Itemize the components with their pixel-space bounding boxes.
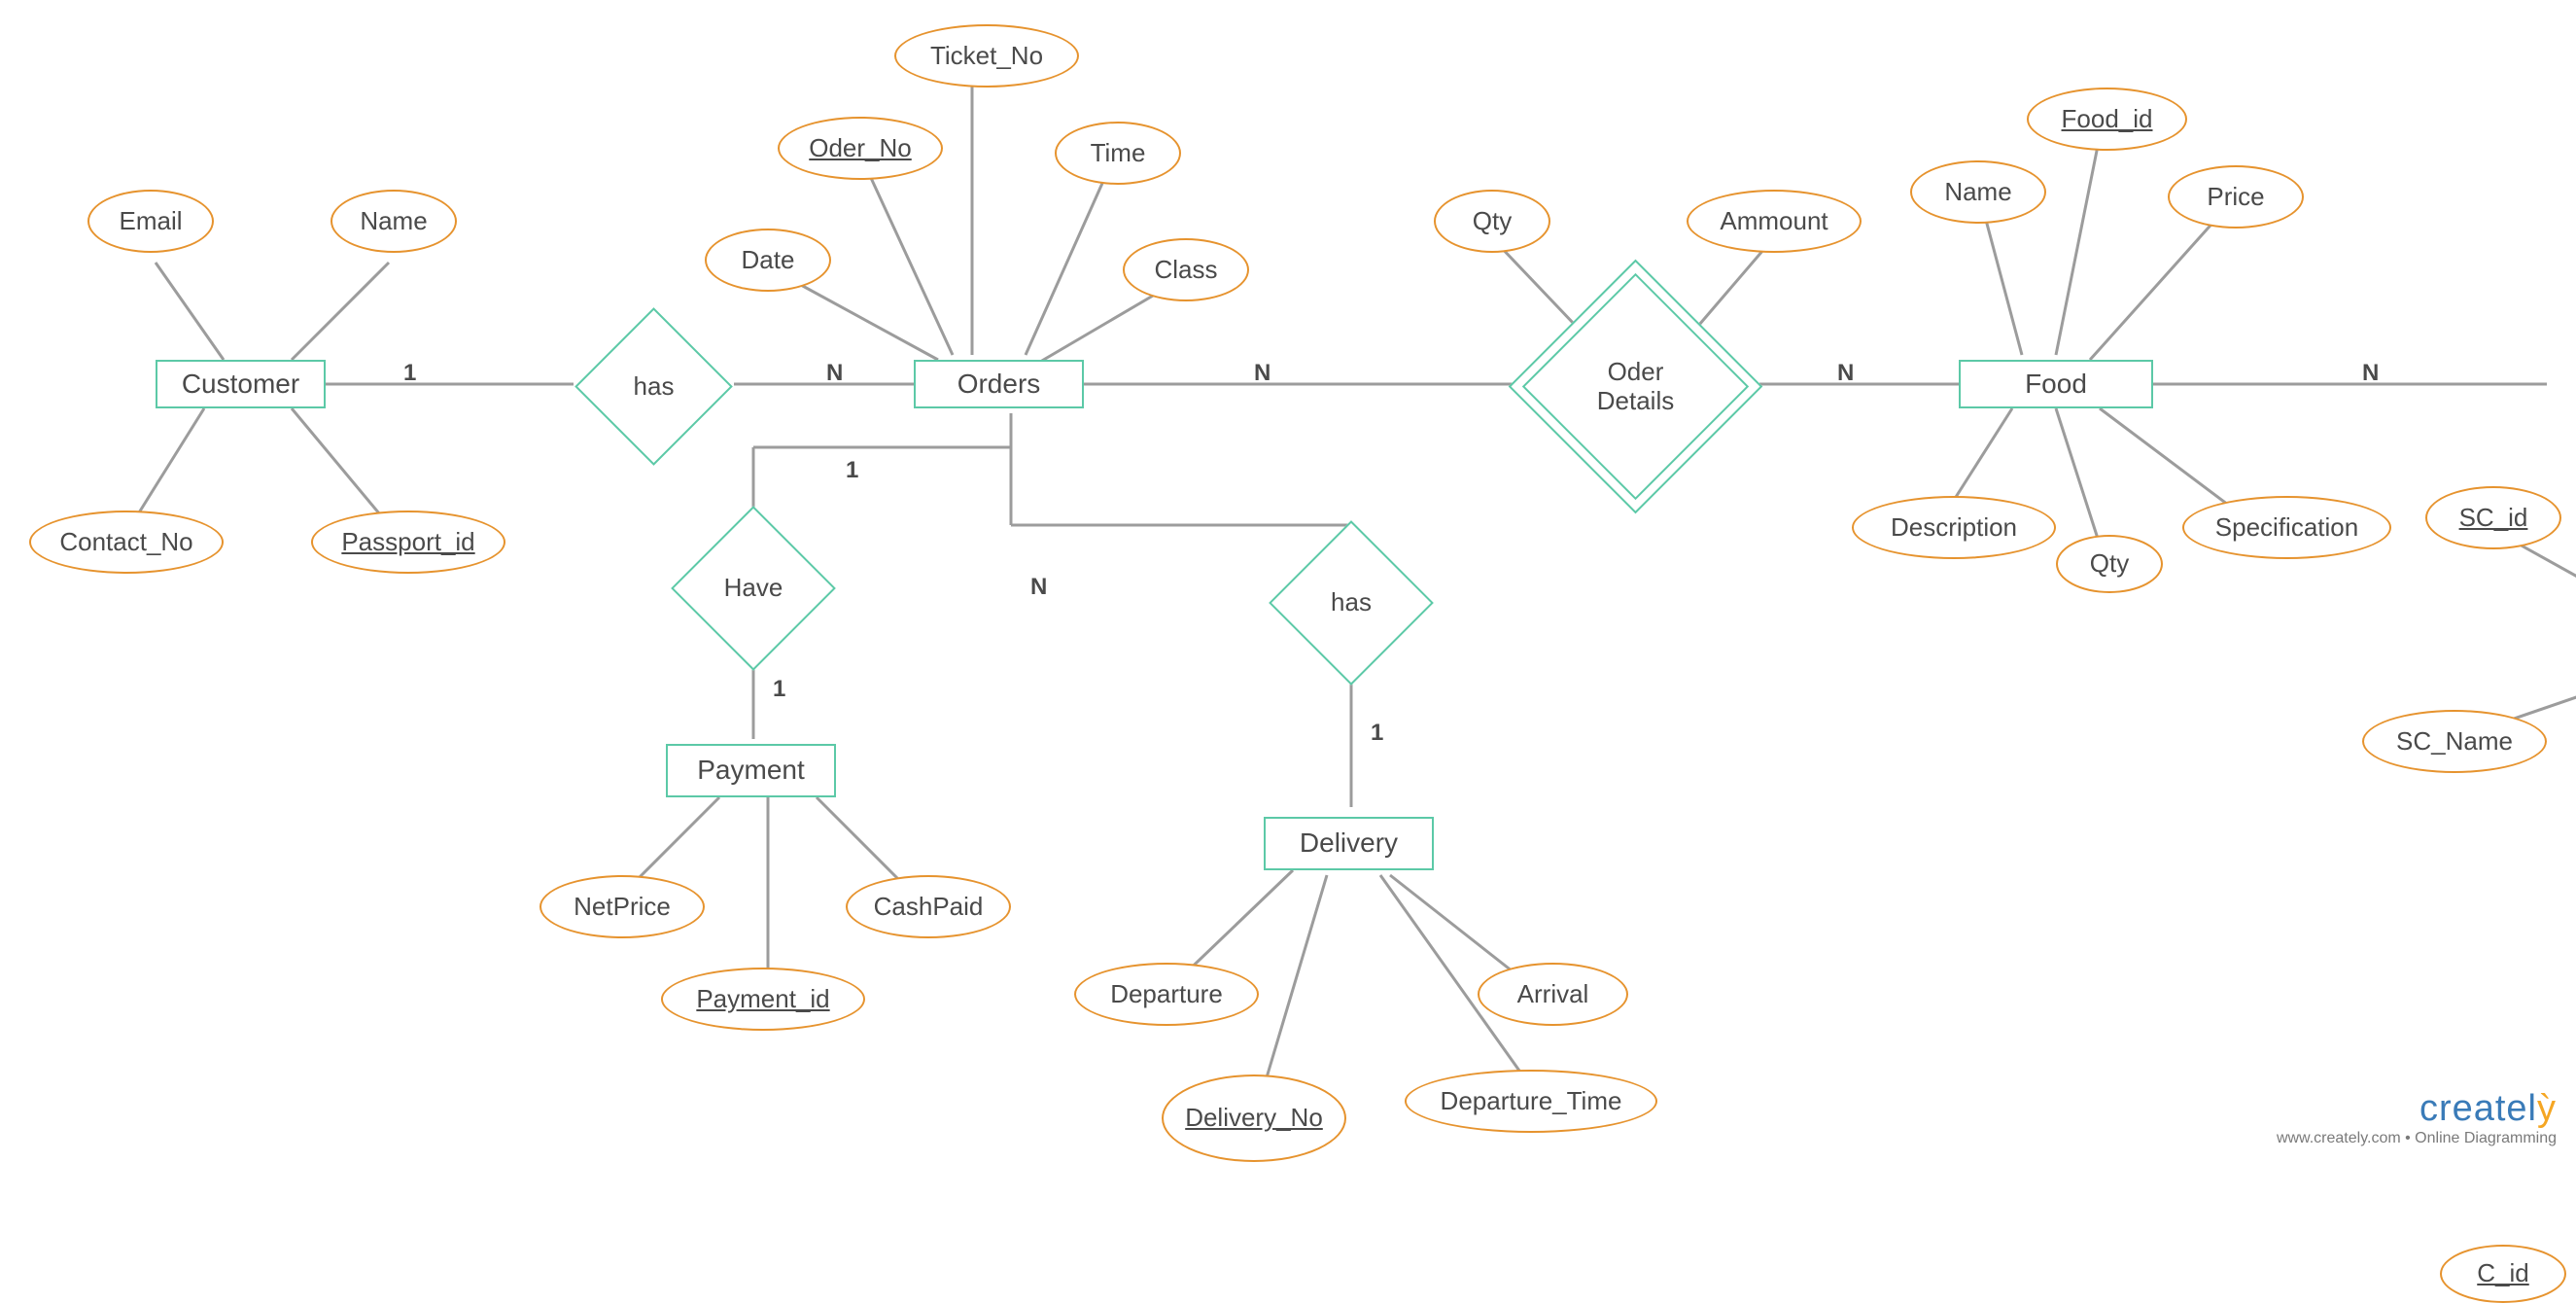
- attr-label: Qty: [2090, 549, 2129, 579]
- attr-food-name: Name: [1910, 160, 2046, 224]
- attr-delivery-arrival: Arrival: [1478, 963, 1628, 1026]
- attr-payment-paymentid: Payment_id: [661, 968, 865, 1031]
- attr-label: SC_Name: [2396, 727, 2513, 757]
- card-orders-oderdetails: N: [1254, 360, 1271, 387]
- attr-label: Email: [119, 207, 182, 236]
- rel-label: has: [1331, 588, 1372, 617]
- attr-label: SC_id: [2459, 504, 2528, 533]
- entity-label: Delivery: [1300, 828, 1398, 859]
- entity-payment: Payment: [666, 744, 836, 797]
- attr-label: Time: [1091, 139, 1146, 168]
- attr-label: Departure_Time: [1441, 1087, 1622, 1116]
- watermark: createlỳ www.creately.com • Online Diagr…: [2277, 1088, 2557, 1147]
- entity-label: Payment: [697, 755, 805, 786]
- attr-food-foodid: Food_id: [2027, 88, 2187, 151]
- attr-orders-class: Class: [1123, 238, 1249, 301]
- entity-customer-label: Customer: [182, 369, 299, 400]
- attr-delivery-departuretime: Departure_Time: [1405, 1070, 1657, 1133]
- entity-customer: Customer: [156, 360, 326, 408]
- attr-label: Departure: [1110, 980, 1223, 1009]
- entity-label: Food: [2025, 369, 2087, 400]
- attr-label: Price: [2207, 183, 2264, 212]
- card-has-orders: N: [826, 360, 843, 387]
- attr-oderdetails-ammount: Ammount: [1687, 190, 1862, 253]
- attr-label: Food_id: [2062, 105, 2153, 134]
- attr-customer-email: Email: [87, 190, 214, 253]
- attr-customer-passportid: Passport_id: [311, 511, 505, 574]
- attr-label: CashPaid: [874, 893, 984, 922]
- attr-orders-oderno: Oder_No: [778, 117, 943, 180]
- attr-label: NetPrice: [574, 893, 671, 922]
- attr-delivery-departure: Departure: [1074, 963, 1259, 1026]
- attr-food-specification: Specification: [2182, 496, 2391, 559]
- attr-orders-ticketno: Ticket_No: [894, 24, 1079, 88]
- card-orders-have: 1: [846, 457, 858, 484]
- attr-label: Qty: [1473, 207, 1512, 236]
- attr-label: Specification: [2215, 513, 2358, 543]
- rel-label: has: [634, 372, 675, 402]
- rel-customer-orders: has: [598, 331, 710, 442]
- card-customer-has: 1: [403, 360, 416, 387]
- attr-subcategory-scid: SC_id: [2425, 486, 2561, 549]
- entity-orders: Orders: [914, 360, 1084, 408]
- card-has2-delivery: 1: [1371, 720, 1383, 747]
- watermark-brand: createlỳ: [2277, 1088, 2557, 1130]
- attr-subcategory-scname: SC_Name: [2362, 710, 2547, 773]
- attr-label: Description: [1891, 513, 2017, 543]
- card-food-belongsto: N: [2362, 360, 2379, 387]
- attr-orders-time: Time: [1055, 122, 1181, 185]
- entity-delivery: Delivery: [1264, 817, 1434, 870]
- card-oderdetails-food: N: [1837, 360, 1854, 387]
- card-orders-has2: N: [1030, 574, 1047, 601]
- rel-label: Oder Details: [1597, 358, 1674, 416]
- rel-label: Have: [724, 574, 783, 603]
- attr-oderdetails-qty: Qty: [1434, 190, 1550, 253]
- attr-food-qty: Qty: [2056, 535, 2163, 593]
- attr-label: Arrival: [1517, 980, 1589, 1009]
- attr-label: Name: [1944, 178, 2011, 207]
- attr-label: Date: [742, 246, 795, 275]
- attr-food-price: Price: [2168, 165, 2304, 229]
- attr-label: C_id: [2477, 1259, 2528, 1288]
- attr-label: Oder_No: [809, 134, 912, 163]
- attr-label: Name: [360, 207, 427, 236]
- rel-oder-details: Oder Details: [1546, 297, 1725, 476]
- attr-label: Contact_No: [59, 528, 192, 557]
- attr-label: Class: [1154, 256, 1217, 285]
- attr-customer-contactno: Contact_No: [29, 511, 224, 574]
- attr-label: Ticket_No: [930, 42, 1043, 71]
- attr-label: Ammount: [1720, 207, 1828, 236]
- entity-food: Food: [1959, 360, 2153, 408]
- attr-customer-name: Name: [331, 190, 457, 253]
- attr-label: Delivery_No: [1185, 1104, 1323, 1133]
- rel-orders-payment: Have: [695, 530, 812, 647]
- attr-label: Passport_id: [341, 528, 474, 557]
- attr-payment-netprice: NetPrice: [540, 875, 705, 938]
- attr-food-description: Description: [1852, 496, 2056, 559]
- attr-orders-date: Date: [705, 229, 831, 292]
- attr-delivery-deliveryno: Delivery_No: [1162, 1074, 1346, 1162]
- watermark-tagline: www.creately.com • Online Diagramming: [2277, 1130, 2557, 1147]
- card-have-payment: 1: [773, 676, 785, 703]
- rel-orders-delivery: has: [1293, 545, 1410, 661]
- attr-category-cid: C_id: [2440, 1245, 2566, 1303]
- attr-label: Payment_id: [696, 985, 829, 1014]
- entity-label: Orders: [957, 369, 1041, 400]
- attr-payment-cashpaid: CashPaid: [846, 875, 1011, 938]
